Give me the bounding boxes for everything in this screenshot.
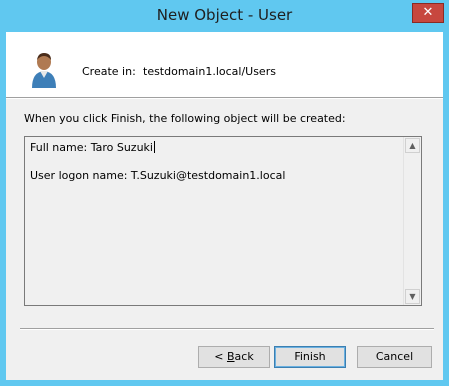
title-bar[interactable]: New Object - User ✕: [0, 0, 449, 32]
create-in-path: testdomain1.local/Users: [143, 65, 276, 78]
create-in-label: Create in:: [82, 65, 136, 78]
header-divider: [6, 97, 443, 99]
close-icon: ✕: [422, 5, 434, 20]
window-title: New Object - User: [156, 6, 293, 24]
user-icon: [32, 53, 56, 88]
summary-line-logon-name: User logon name: T.Suzuki@testdomain1.lo…: [30, 169, 286, 182]
cancel-button[interactable]: Cancel: [357, 346, 432, 368]
dialog-window: New Object - User ✕ Create in: testdomai…: [0, 0, 449, 386]
dialog-client-area: Create in: testdomain1.local/Users When …: [6, 32, 443, 380]
summary-textbox[interactable]: Full name: Taro Suzuki User logon name: …: [24, 136, 422, 306]
summary-line-full-name: Full name: Taro Suzuki: [30, 141, 155, 154]
vertical-scrollbar[interactable]: ▲ ▼: [403, 137, 421, 305]
summary-intro: When you click Finish, the following obj…: [24, 112, 346, 125]
text-caret: [153, 141, 155, 153]
scroll-down-button[interactable]: ▼: [405, 289, 420, 304]
back-button[interactable]: < Back: [198, 346, 270, 368]
chevron-up-icon: ▲: [409, 141, 416, 150]
chevron-down-icon: ▼: [409, 292, 416, 301]
finish-button[interactable]: Finish: [274, 346, 346, 368]
scroll-up-button[interactable]: ▲: [405, 138, 420, 153]
close-button[interactable]: ✕: [412, 3, 444, 23]
header-panel: Create in: testdomain1.local/Users: [6, 32, 443, 97]
summary-content: Full name: Taro Suzuki User logon name: …: [30, 141, 399, 183]
footer-divider: [20, 328, 434, 330]
